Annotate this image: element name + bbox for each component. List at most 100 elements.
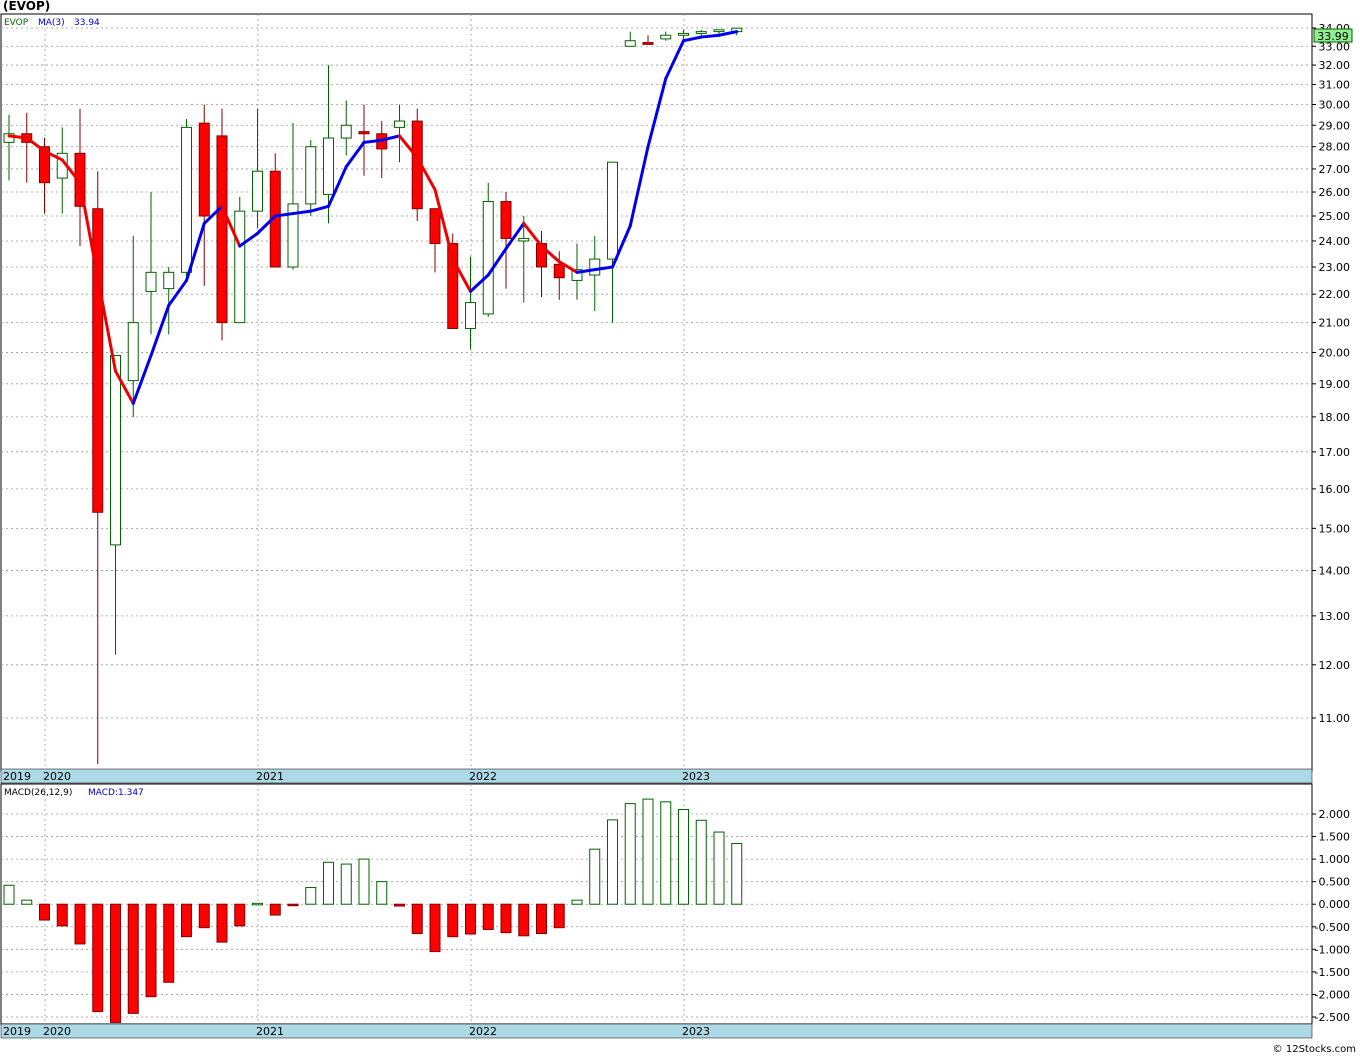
macd-bar	[518, 903, 530, 937]
candle-body	[642, 42, 654, 45]
price-y-axis: 34.0033.0032.0031.0030.0029.0028.0027.00…	[1312, 22, 1350, 725]
price-tick-label: 14.00	[1319, 565, 1351, 578]
candle-body	[305, 146, 317, 205]
x-axis-year-label: 2020	[43, 770, 71, 783]
macd-bar	[56, 903, 68, 927]
last-price-value: 33.99	[1317, 30, 1349, 43]
macd-bar	[465, 903, 476, 935]
price-tick-label: 12.00	[1319, 659, 1351, 672]
price-tick-label: 15.00	[1319, 522, 1351, 535]
candle-body	[465, 302, 476, 329]
candle-body	[340, 124, 352, 139]
x-axis-year-label: 2022	[469, 770, 497, 783]
macd-bar	[624, 803, 636, 905]
macd-bar	[358, 858, 370, 905]
candle-body	[145, 271, 157, 292]
price-tick-label: 16.00	[1319, 483, 1351, 496]
price-tick-label: 19.00	[1319, 378, 1351, 391]
macd-bar	[376, 881, 388, 905]
candle-body	[660, 34, 672, 40]
candle	[181, 118, 192, 281]
candle-body	[323, 137, 334, 195]
x-axis-year-label: 2020	[43, 1025, 71, 1038]
macd-bar	[252, 902, 263, 906]
macd-tick-label: 1.500	[1319, 831, 1351, 844]
copyright-footer: © 12Stocks.com	[1273, 1044, 1356, 1055]
macd-tick-label: -2.500	[1315, 1011, 1350, 1024]
candle-body	[394, 120, 405, 128]
candle-body	[482, 201, 494, 315]
macd-bar	[305, 887, 317, 905]
macd-bar	[429, 903, 441, 953]
macd-bar	[92, 903, 104, 1013]
candle-body	[553, 263, 565, 279]
macd-tick-label: 0.000	[1319, 898, 1351, 911]
candle-body	[358, 131, 370, 135]
macd-tick-label: 0.500	[1319, 876, 1351, 889]
ma-value: 33.94	[74, 18, 100, 28]
candle-body	[518, 237, 530, 242]
candle-body	[713, 29, 725, 33]
macd-bar	[127, 903, 139, 1014]
candle-body	[252, 170, 263, 212]
candle-body	[198, 122, 210, 217]
price-tick-label: 28.00	[1319, 141, 1351, 154]
candle-body	[607, 161, 618, 260]
candle-body	[429, 208, 441, 245]
x-axis-year-label: 2019	[3, 1025, 31, 1038]
macd-bar	[110, 903, 121, 1023]
macd-tick-label: 2.000	[1319, 808, 1351, 821]
macd-bar	[287, 903, 299, 907]
price-symbol-label: EVOP	[4, 18, 29, 28]
macd-bar	[216, 903, 228, 943]
macd-bar	[163, 903, 175, 983]
macd-value-label: MACD:1.347	[88, 788, 144, 798]
candle-body	[163, 271, 175, 290]
price-tick-label: 21.00	[1319, 317, 1351, 330]
x-axis-year-label: 2022	[469, 1025, 497, 1038]
macd-bar	[482, 903, 494, 930]
macd-bar	[713, 831, 725, 905]
macd-y-axis: 2.000 1.500 1.000 0.500 0.000 -0.500 -1.000 -1.…	[1312, 808, 1350, 1024]
macd-bar	[145, 903, 157, 998]
price-tick-label: 26.00	[1319, 186, 1351, 199]
macd-bar	[553, 903, 565, 929]
macd-bar	[198, 903, 210, 929]
price-tick-label: 13.00	[1319, 610, 1351, 623]
macd-bar	[695, 819, 707, 905]
x-axis-year-label: 2021	[256, 770, 284, 783]
price-tick-label: 17.00	[1319, 446, 1351, 459]
macd-bar	[411, 903, 423, 935]
price-tick-label: 24.00	[1319, 235, 1351, 248]
price-tick-label: 27.00	[1319, 163, 1351, 176]
candle	[234, 196, 246, 324]
macd-bar	[731, 842, 743, 905]
macd-bar	[660, 801, 672, 905]
price-tick-label: 23.00	[1319, 261, 1351, 274]
macd-bar	[323, 861, 334, 905]
x-axis-year-label: 2023	[682, 1025, 710, 1038]
macd-time-axis	[0, 1023, 1313, 1039]
candle-body	[678, 32, 689, 36]
macd-tick-label: -2.000	[1315, 988, 1350, 1001]
price-tick-label: 29.00	[1319, 119, 1351, 132]
macd-bar	[21, 899, 33, 905]
macd-tick-label: -1.000	[1315, 943, 1350, 956]
x-axis-year-label: 2021	[256, 1025, 284, 1038]
macd-bar	[447, 903, 459, 938]
ma-line-segment	[699, 33, 721, 39]
macd-label: MACD(26,12,9)	[4, 788, 72, 798]
macd-tick-label: -0.500	[1315, 921, 1350, 934]
macd-bar	[394, 903, 405, 907]
candle-body	[181, 126, 192, 273]
price-panel	[0, 13, 1313, 772]
macd-bar	[269, 903, 281, 916]
chart-title: (EVOP)	[3, 0, 50, 13]
macd-bar	[340, 863, 352, 905]
macd-bar	[500, 903, 512, 934]
price-tick-label: 30.00	[1319, 99, 1351, 112]
macd-bar	[74, 903, 86, 945]
ma-line-segment	[7, 134, 29, 140]
x-axis-year-label: 2023	[682, 770, 710, 783]
price-tick-label: 32.00	[1319, 59, 1351, 72]
